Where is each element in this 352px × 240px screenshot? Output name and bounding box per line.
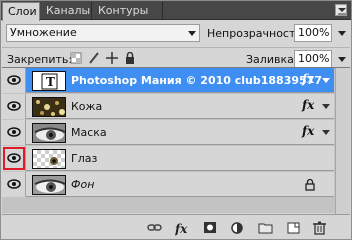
eye-icon <box>7 101 21 111</box>
trash-icon[interactable] <box>312 220 328 236</box>
layers-list: T Photoshop Мания © 2010 club18839577 fx… <box>2 67 350 214</box>
tab-channels[interactable]: Каналы <box>41 2 92 20</box>
expand-effects-icon[interactable] <box>322 130 330 135</box>
text-layer-icon: T <box>41 73 58 90</box>
skin-texture-image <box>36 100 65 116</box>
link-icon[interactable] <box>147 220 163 236</box>
chevron-down-icon <box>188 31 196 36</box>
visibility-toggle[interactable] <box>2 94 26 119</box>
layer-row[interactable]: Глаз <box>2 146 334 171</box>
lock-transparency-icon[interactable] <box>70 52 82 64</box>
fx-icon[interactable]: fx <box>302 98 314 112</box>
visibility-toggle[interactable] <box>2 172 26 197</box>
layer-row[interactable]: Кожа fx <box>2 94 334 119</box>
fx-icon[interactable]: fx <box>302 72 314 86</box>
layer-row[interactable]: Фон <box>2 172 334 197</box>
panel-tab-bar: Слои Каналы Контуры <box>1 1 351 21</box>
svg-text:T: T <box>46 75 55 89</box>
adjustment-icon[interactable] <box>230 220 246 236</box>
layer-name: Маска <box>71 126 107 139</box>
folder-icon[interactable] <box>258 220 274 236</box>
eye-icon <box>7 75 21 85</box>
text-layer-thumbnail: T <box>32 71 66 91</box>
lock-position-move-icon[interactable] <box>106 52 118 64</box>
blend-mode-select[interactable]: Умножение <box>6 24 200 42</box>
opacity-field[interactable]: 100% <box>294 24 332 42</box>
layers-panel: Слои Каналы Контуры Умножение Непрозрачн… <box>0 0 352 240</box>
opacity-slider-arrow-icon[interactable] <box>338 31 346 36</box>
skin-texture-thumbnail <box>32 97 66 117</box>
fx-icon[interactable]: fx <box>175 220 191 236</box>
blend-mode-value: Умножение <box>10 26 77 39</box>
layer-name: Глаз <box>71 152 98 165</box>
lock-label: Закрепить: <box>7 53 73 66</box>
scrollbar[interactable] <box>335 68 350 214</box>
lock-all-icon[interactable] <box>124 52 136 64</box>
mask-icon[interactable] <box>203 220 219 236</box>
transparent-thumbnail <box>32 149 66 169</box>
visibility-toggle[interactable] <box>2 120 26 145</box>
panel-menu-icon <box>338 8 346 15</box>
layer-row[interactable]: Маска fx <box>2 120 334 145</box>
fill-label: Заливка: <box>246 53 298 66</box>
layer-name: Фон <box>71 178 95 191</box>
svg-text:fx: fx <box>175 222 188 236</box>
layer-row[interactable]: T Photoshop Мания © 2010 club18839577 fx <box>2 68 334 93</box>
mask-thumbnail <box>32 123 66 143</box>
fx-icon[interactable]: fx <box>302 124 314 138</box>
visibility-toggle[interactable] <box>2 68 26 93</box>
layer-name: Photoshop Мания © 2010 club18839577 <box>71 74 322 87</box>
eye-image <box>34 127 65 141</box>
layer-name: Кожа <box>71 100 103 113</box>
expand-effects-icon[interactable] <box>322 78 330 83</box>
fill-field[interactable]: 100% <box>294 50 332 68</box>
tab-paths[interactable]: Контуры <box>93 2 163 20</box>
fill-slider-arrow-icon[interactable] <box>338 57 346 62</box>
eye-image <box>34 179 65 193</box>
eye-icon <box>7 179 21 189</box>
iris-image <box>50 157 58 165</box>
eye-icon <box>7 127 21 137</box>
panel-menu-button[interactable] <box>335 4 347 16</box>
opacity-label: Непрозрачность: <box>207 27 306 40</box>
new-layer-icon[interactable] <box>286 220 302 236</box>
visibility-toggle[interactable] <box>2 146 26 171</box>
expand-effects-icon[interactable] <box>322 104 330 109</box>
tab-layers[interactable]: Слои <box>2 2 40 21</box>
lock-pixels-brush-icon[interactable] <box>88 52 100 64</box>
background-thumbnail <box>32 175 66 195</box>
layers-footer-toolbar: fx <box>2 214 350 239</box>
divider <box>2 47 350 48</box>
eye-icon <box>7 153 21 163</box>
lock-icon <box>305 179 315 191</box>
